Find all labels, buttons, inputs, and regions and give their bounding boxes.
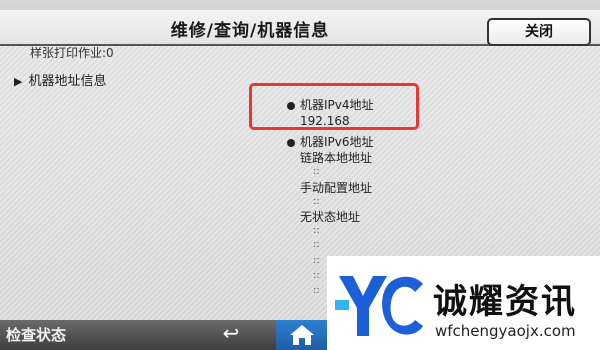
ipv4-entry: 机器IPv4地址 xyxy=(287,97,374,113)
watermark: 诚耀资讯 wfchengyaojx.com xyxy=(327,256,600,350)
home-icon xyxy=(290,325,314,345)
close-button[interactable]: 关闭 xyxy=(487,18,591,46)
stateless-address-label: 无状态地址 xyxy=(300,210,361,224)
manual-address-label: 手动配置地址 xyxy=(300,181,373,195)
expand-arrow-icon: ▶ xyxy=(14,75,23,88)
bullet-icon xyxy=(287,101,295,110)
ipv4-value: 192.168 xyxy=(300,114,350,128)
brand-logo-icon xyxy=(335,276,423,336)
page-title: 维修/查询/机器信息 xyxy=(170,21,330,41)
bullet-icon xyxy=(287,138,295,147)
check-status-button[interactable]: 检查状态 xyxy=(6,324,66,345)
ipv6-label: 机器IPv6地址 xyxy=(300,135,374,149)
tree-item-machine-address[interactable]: ▶ 机器地址信息 xyxy=(14,70,106,89)
stateless-address-value-4: :: xyxy=(313,270,320,281)
stateless-address-value-1: :: xyxy=(313,225,320,236)
back-arrow-icon[interactable]: ↩ xyxy=(216,322,246,344)
tree-item-label: 机器地址信息 xyxy=(28,74,107,89)
watermark-brand: 诚耀资讯 xyxy=(433,282,577,322)
ipv4-label: 机器IPv4地址 xyxy=(300,98,374,112)
stateless-address-value-3: :: xyxy=(313,255,320,266)
home-button[interactable] xyxy=(276,320,328,350)
link-local-label: 链路本地地址 xyxy=(300,151,373,165)
watermark-url: wfchengyaojx.com xyxy=(435,322,576,340)
link-local-value: :: xyxy=(313,166,320,177)
ipv6-entry: 机器IPv6地址 xyxy=(287,134,374,150)
stateless-address-value-5: :: xyxy=(313,285,320,296)
manual-address-value: :: xyxy=(313,196,320,207)
sample-job-count: 样张打印作业:0 xyxy=(30,46,114,60)
stateless-address-value-2: :: xyxy=(313,239,320,250)
